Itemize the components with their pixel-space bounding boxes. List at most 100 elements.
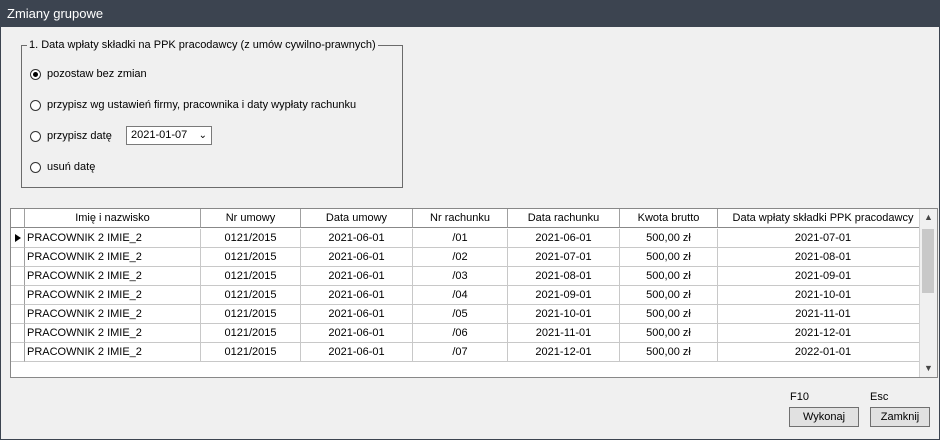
row-indicator — [11, 343, 25, 362]
close-shortcut: Esc — [870, 391, 889, 403]
cell-bill-no[interactable]: /06 — [413, 324, 508, 343]
table-row[interactable]: PRACOWNIK 2 IMIE_2 0121/2015 2021-06-01 … — [11, 248, 929, 267]
cell-contract-no[interactable]: 0121/2015 — [201, 267, 301, 286]
cell-ppk-date[interactable]: 2021-12-01 — [718, 324, 929, 343]
cell-contract-no[interactable]: 0121/2015 — [201, 324, 301, 343]
cell-contract-no[interactable]: 0121/2015 — [201, 343, 301, 362]
cell-bill-no[interactable]: /01 — [413, 229, 508, 248]
radio-checked-icon[interactable] — [30, 68, 41, 80]
radio-icon[interactable] — [30, 99, 41, 111]
column-header-bill-date[interactable]: Data rachunku — [508, 209, 620, 228]
date-value: 2021-01-07 — [131, 129, 188, 141]
option-label: usuń datę — [47, 161, 96, 173]
column-header-name[interactable]: Imię i nazwisko — [25, 209, 201, 228]
column-header-gross-amount[interactable]: Kwota brutto — [620, 209, 718, 228]
cell-contract-no[interactable]: 0121/2015 — [201, 248, 301, 267]
execute-shortcut: F10 — [790, 391, 809, 403]
option-label: przypisz wg ustawień firmy, pracownika i… — [47, 99, 357, 111]
cell-contract-date[interactable]: 2021-06-01 — [301, 267, 413, 286]
scroll-thumb[interactable] — [922, 229, 934, 293]
vertical-scrollbar[interactable]: ▲ ▼ — [919, 209, 937, 377]
cell-gross-amount[interactable]: 500,00 zł — [620, 229, 718, 248]
option-assign-date[interactable]: przypisz datę — [30, 128, 112, 144]
table-row[interactable]: PRACOWNIK 2 IMIE_2 0121/2015 2021-06-01 … — [11, 229, 929, 248]
cell-ppk-date[interactable]: 2022-01-01 — [718, 343, 929, 362]
cell-bill-date[interactable]: 2021-08-01 — [508, 267, 620, 286]
cell-contract-date[interactable]: 2021-06-01 — [301, 229, 413, 248]
cell-ppk-date[interactable]: 2021-09-01 — [718, 267, 929, 286]
group-changes-window: Zmiany grupowe 1. Data wpłaty składki na… — [0, 0, 940, 440]
cell-bill-no[interactable]: /03 — [413, 267, 508, 286]
cell-bill-date[interactable]: 2021-09-01 — [508, 286, 620, 305]
row-indicator — [11, 267, 25, 286]
option-label: pozostaw bez zmian — [47, 68, 147, 80]
cell-gross-amount[interactable]: 500,00 zł — [620, 305, 718, 324]
cell-bill-date[interactable]: 2021-07-01 — [508, 248, 620, 267]
cell-bill-date[interactable]: 2021-10-01 — [508, 305, 620, 324]
cell-bill-no[interactable]: /02 — [413, 248, 508, 267]
cell-gross-amount[interactable]: 500,00 zł — [620, 248, 718, 267]
cell-bill-no[interactable]: /05 — [413, 305, 508, 324]
cell-contract-date[interactable]: 2021-06-01 — [301, 305, 413, 324]
contracts-table: Imię i nazwisko Nr umowy Data umowy Nr r… — [10, 208, 938, 378]
cell-bill-date[interactable]: 2021-12-01 — [508, 343, 620, 362]
radio-icon[interactable] — [30, 161, 41, 173]
cell-ppk-date[interactable]: 2021-11-01 — [718, 305, 929, 324]
cell-name[interactable]: PRACOWNIK 2 IMIE_2 — [25, 305, 201, 324]
cell-name[interactable]: PRACOWNIK 2 IMIE_2 — [25, 343, 201, 362]
row-indicator — [11, 324, 25, 343]
cell-ppk-date[interactable]: 2021-07-01 — [718, 229, 929, 248]
row-indicator-header — [11, 209, 25, 228]
cell-bill-no[interactable]: /07 — [413, 343, 508, 362]
option-label: przypisz datę — [47, 130, 112, 142]
window-title: Zmiany grupowe — [1, 1, 939, 27]
cell-name[interactable]: PRACOWNIK 2 IMIE_2 — [25, 267, 201, 286]
cell-contract-no[interactable]: 0121/2015 — [201, 286, 301, 305]
cell-contract-no[interactable]: 0121/2015 — [201, 305, 301, 324]
table-row[interactable]: PRACOWNIK 2 IMIE_2 0121/2015 2021-06-01 … — [11, 286, 929, 305]
cell-name[interactable]: PRACOWNIK 2 IMIE_2 — [25, 286, 201, 305]
column-header-bill-no[interactable]: Nr rachunku — [413, 209, 508, 228]
chevron-down-icon: ⌄ — [198, 130, 207, 141]
cell-contract-date[interactable]: 2021-06-01 — [301, 324, 413, 343]
scroll-down-arrow-icon[interactable]: ▼ — [920, 360, 937, 377]
cell-contract-date[interactable]: 2021-06-01 — [301, 343, 413, 362]
table-row[interactable]: PRACOWNIK 2 IMIE_2 0121/2015 2021-06-01 … — [11, 324, 929, 343]
cell-ppk-date[interactable]: 2021-10-01 — [718, 286, 929, 305]
cell-contract-no[interactable]: 0121/2015 — [201, 229, 301, 248]
group-legend: 1. Data wpłaty składki na PPK pracodawcy… — [27, 38, 378, 52]
table-row[interactable]: PRACOWNIK 2 IMIE_2 0121/2015 2021-06-01 … — [11, 267, 929, 286]
scroll-up-arrow-icon[interactable]: ▲ — [920, 209, 937, 226]
cell-contract-date[interactable]: 2021-06-01 — [301, 286, 413, 305]
cell-bill-date[interactable]: 2021-11-01 — [508, 324, 620, 343]
cell-bill-date[interactable]: 2021-06-01 — [508, 229, 620, 248]
table-row[interactable]: PRACOWNIK 2 IMIE_2 0121/2015 2021-06-01 … — [11, 305, 929, 324]
cell-contract-date[interactable]: 2021-06-01 — [301, 248, 413, 267]
date-dropdown[interactable]: 2021-01-07 ⌄ — [126, 126, 212, 145]
cell-gross-amount[interactable]: 500,00 zł — [620, 343, 718, 362]
cell-name[interactable]: PRACOWNIK 2 IMIE_2 — [25, 229, 201, 248]
table-header: Imię i nazwisko Nr umowy Data umowy Nr r… — [11, 209, 929, 229]
option-remove-date[interactable]: usuń datę — [30, 159, 95, 175]
cell-name[interactable]: PRACOWNIK 2 IMIE_2 — [25, 324, 201, 343]
radio-icon[interactable] — [30, 130, 41, 142]
row-indicator — [11, 305, 25, 324]
column-header-contract-no[interactable]: Nr umowy — [201, 209, 301, 228]
cell-gross-amount[interactable]: 500,00 zł — [620, 267, 718, 286]
option-leave-unchanged[interactable]: pozostaw bez zmian — [30, 66, 147, 82]
column-header-contract-date[interactable]: Data umowy — [301, 209, 413, 228]
current-row-arrow-icon — [11, 229, 25, 248]
close-button[interactable]: Zamknij — [870, 407, 930, 427]
cell-gross-amount[interactable]: 500,00 zł — [620, 324, 718, 343]
table-row[interactable]: PRACOWNIK 2 IMIE_2 0121/2015 2021-06-01 … — [11, 343, 929, 362]
row-indicator — [11, 248, 25, 267]
execute-button[interactable]: Wykonaj — [789, 407, 859, 427]
ppk-date-group: 1. Data wpłaty składki na PPK pracodawcy… — [21, 38, 403, 188]
cell-gross-amount[interactable]: 500,00 zł — [620, 286, 718, 305]
row-indicator — [11, 286, 25, 305]
cell-ppk-date[interactable]: 2021-08-01 — [718, 248, 929, 267]
cell-name[interactable]: PRACOWNIK 2 IMIE_2 — [25, 248, 201, 267]
option-assign-by-settings[interactable]: przypisz wg ustawień firmy, pracownika i… — [30, 97, 356, 113]
cell-bill-no[interactable]: /04 — [413, 286, 508, 305]
column-header-ppk-date[interactable]: Data wpłaty składki PPK pracodawcy — [718, 209, 929, 228]
